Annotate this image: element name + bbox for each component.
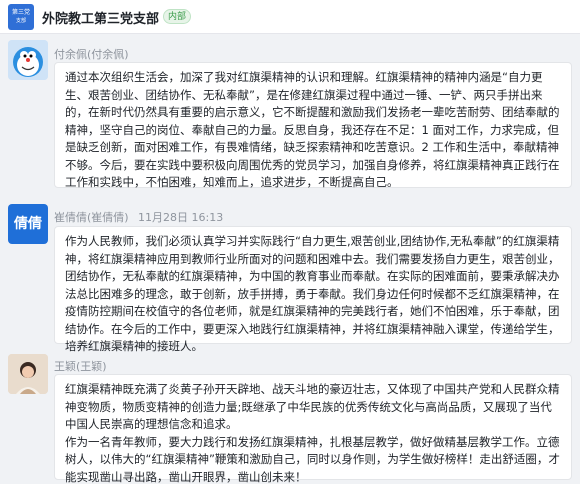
group-title[interactable]: 外院教工第三党支部 xyxy=(42,8,159,27)
group-avatar-line1: 第三党 xyxy=(11,9,30,16)
sender-name[interactable]: 崔倩倩(崔倩倩) xyxy=(54,209,129,225)
message-bubble[interactable]: 红旗渠精神既充满了炎黄子孙开天辟地、战天斗地的豪迈壮志，又体现了中国共产党和人民… xyxy=(54,374,572,484)
text-avatar[interactable]: 倩倩 xyxy=(8,204,48,244)
cartoon-avatar-icon[interactable] xyxy=(8,40,48,80)
sender-name[interactable]: 王颖(王颖) xyxy=(54,358,107,374)
message-text: 红旗渠精神既充满了炎黄子孙开天辟地、战天斗地的豪迈壮志，又体现了中国共产党和人民… xyxy=(65,382,560,484)
message-timestamp: 11月28日 16:13 xyxy=(138,211,224,224)
internal-badge: 内部 xyxy=(163,9,192,24)
message-bubble[interactable]: 作为人民教师，我们必须认真学习并实际践行“自力更生,艰苦创业,团结协作,无私奉献… xyxy=(54,226,572,353)
group-avatar[interactable]: 第三党 支部 xyxy=(8,4,34,30)
message-bubble[interactable]: 通过本次组织生活会，加深了我对红旗渠精神的认识和理解。红旗渠精神的精神内涵是“自… xyxy=(54,62,572,189)
chat-header: 第三党 支部 外院教工第三党支部 内部 xyxy=(0,0,580,34)
message-text: 通过本次组织生活会，加深了我对红旗渠精神的认识和理解。红旗渠精神的精神内涵是“自… xyxy=(65,70,560,189)
message-text: 作为人民教师，我们必须认真学习并实际践行“自力更生,艰苦创业,团结协作,无私奉献… xyxy=(65,234,560,353)
photo-avatar-icon[interactable] xyxy=(8,354,48,394)
group-avatar-line2: 支部 xyxy=(15,18,26,24)
sender-name[interactable]: 付余佩(付余佩) xyxy=(54,46,129,62)
